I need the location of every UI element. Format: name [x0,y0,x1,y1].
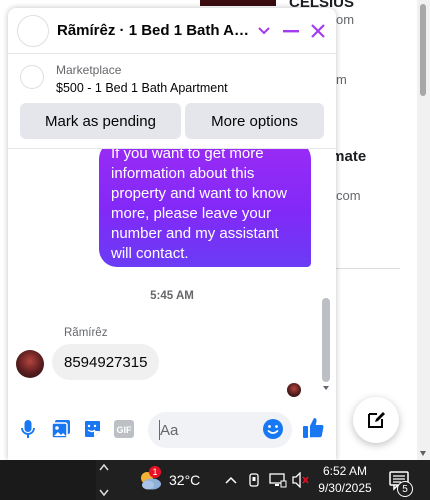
page-scrollbar[interactable] [417,0,430,460]
notification-count-badge: 5 [397,481,413,497]
message-list[interactable]: If you want to get more information abou… [8,148,336,398]
sender-avatar[interactable] [16,350,44,378]
chevron-down-icon [258,27,270,35]
compose-icon [368,412,385,428]
photo-icon [51,420,70,439]
device-icon [249,473,259,487]
text-caret [159,420,160,440]
network-button[interactable] [269,471,287,489]
clock-time[interactable]: 6:52 AM [316,464,374,478]
marketplace-listing[interactable]: Marketplace $500 - 1 Bed 1 Bath Apartmen… [8,55,336,103]
taskbar-left-area [0,460,96,500]
chat-window: Rãmírêz · 1 Bed 1 Bath Apartment Marketp… [8,8,336,460]
taskbar: 1 32°C 6:52 AM 9/30/2025 5 [0,460,430,500]
svg-text:GIF: GIF [117,425,133,435]
new-message-button[interactable] [353,397,399,443]
emoji-button[interactable] [262,418,284,440]
gif-icon: GIF [114,420,134,438]
clock-date[interactable]: 9/30/2025 [316,481,374,495]
background-snippet: om [336,12,355,27]
attach-media-button[interactable] [50,418,72,440]
sticker-icon [85,421,100,437]
background-divider [336,268,400,269]
scroll-down-arrow-icon[interactable] [420,451,426,456]
gif-button[interactable]: GIF [113,418,135,440]
incoming-message-bubble: 8594927315 [52,344,160,380]
outgoing-message-bubble: If you want to get more information abou… [99,149,311,267]
voice-clip-button[interactable] [17,418,39,440]
tray-device-button[interactable] [245,471,263,489]
sticker-button[interactable] [81,418,103,440]
microphone-icon [21,420,35,438]
chat-scroll-down-icon[interactable] [323,386,329,390]
background-image-strip [200,0,276,6]
close-icon [311,24,325,38]
chat-header: Rãmírêz · 1 Bed 1 Bath Apartment [8,8,336,54]
listing-title: $500 - 1 Bed 1 Bath Apartment [56,81,228,95]
volume-muted-icon [292,472,309,488]
mark-as-pending-button[interactable]: Mark as pending [20,103,181,139]
chat-title[interactable]: Rãmírêz · 1 Bed 1 Bath Apartment [57,22,252,39]
volume-button[interactable] [292,471,310,489]
weather-alert-badge: 1 [149,466,161,478]
minimize-button[interactable] [279,19,303,43]
chevron-up-icon [225,476,237,484]
thumbs-up-icon [303,418,324,438]
taskbar-scroll[interactable] [99,462,109,498]
more-options-button[interactable]: More options [185,103,324,139]
minimize-icon [283,30,299,33]
send-like-button[interactable] [302,416,326,440]
header-avatar[interactable] [17,15,49,47]
close-button[interactable] [306,19,330,43]
listing-source: Marketplace [56,63,122,77]
background-snippet: m [336,72,347,87]
chat-scrollbar-thumb[interactable] [322,298,330,382]
listing-thumbnail [20,65,44,89]
chat-options-button[interactable] [252,19,276,43]
chevron-up-down-icon [99,463,109,497]
message-timestamp: 5:45 AM [150,290,194,302]
background-snippet: com [336,188,361,203]
seen-indicator-avatar [287,383,301,397]
page-scrollbar-thumb[interactable] [420,4,426,96]
network-icon [269,473,287,488]
smiley-icon [263,419,283,439]
composer: GIF [8,406,336,454]
temperature-label[interactable]: 32°C [169,472,200,488]
sender-name: Rãmírêz [64,327,108,339]
show-hidden-icons-button[interactable] [222,471,240,489]
background-page [336,0,430,460]
